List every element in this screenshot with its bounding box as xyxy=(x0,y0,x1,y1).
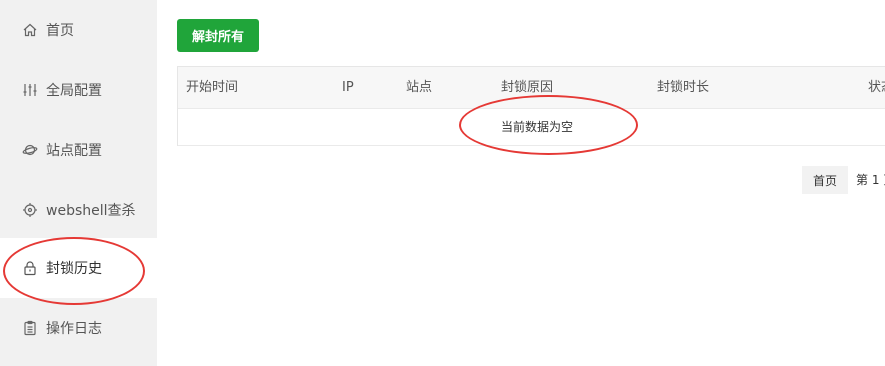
sidebar-item-label: 封锁历史 xyxy=(46,261,102,277)
lock-icon xyxy=(22,260,38,276)
sidebar-item-label: webshell查杀 xyxy=(46,203,136,219)
sliders-icon xyxy=(22,82,38,98)
column-header-start-time[interactable]: 开始时间 xyxy=(186,67,238,108)
column-header-site[interactable]: 站点 xyxy=(406,67,432,108)
pager-first-page-button[interactable]: 首页 xyxy=(802,166,848,194)
empty-data-message: 当前数据为空 xyxy=(501,120,574,134)
sidebar-item-home[interactable]: 首页 xyxy=(0,0,157,60)
planet-icon xyxy=(22,142,38,158)
column-header-ip[interactable]: IP xyxy=(342,67,354,108)
column-header-ban-duration[interactable]: 封锁时长 xyxy=(657,67,709,108)
sidebar-item-label: 操作日志 xyxy=(46,321,102,337)
sidebar: 首页 全局配置 站点配置 webshell查杀 封锁历史 操作日志 xyxy=(0,0,157,366)
clipboard-icon xyxy=(22,320,38,336)
sidebar-item-ban-history[interactable]: 封锁历史 xyxy=(0,238,157,298)
table-body: 当前数据为空 xyxy=(178,109,885,146)
sidebar-item-webshell-scan[interactable]: webshell查杀 xyxy=(0,180,157,240)
crosshair-icon xyxy=(22,202,38,218)
sidebar-item-site-config[interactable]: 站点配置 xyxy=(0,120,157,180)
pager-page-info: 第 1 页 xyxy=(856,173,885,187)
sidebar-item-label: 全局配置 xyxy=(46,83,102,99)
unban-all-button[interactable]: 解封所有 xyxy=(177,19,259,52)
table-header: 开始时间 IP 站点 封锁原因 封锁时长 状态 xyxy=(178,67,885,109)
main-content: 解封所有 开始时间 IP 站点 封锁原因 封锁时长 状态 当前数据为空 首页 第… xyxy=(157,0,885,366)
sidebar-item-label: 站点配置 xyxy=(46,143,102,159)
ban-history-table: 开始时间 IP 站点 封锁原因 封锁时长 状态 当前数据为空 xyxy=(177,66,885,146)
sidebar-item-label: 首页 xyxy=(46,23,74,39)
column-header-status[interactable]: 状态 xyxy=(868,67,885,108)
column-header-ban-reason[interactable]: 封锁原因 xyxy=(501,67,553,108)
app-window: 首页 全局配置 站点配置 webshell查杀 封锁历史 操作日志 解封所有 开… xyxy=(0,0,885,366)
sidebar-item-global-config[interactable]: 全局配置 xyxy=(0,60,157,120)
home-icon xyxy=(22,22,38,38)
sidebar-item-operation-log[interactable]: 操作日志 xyxy=(0,298,157,358)
